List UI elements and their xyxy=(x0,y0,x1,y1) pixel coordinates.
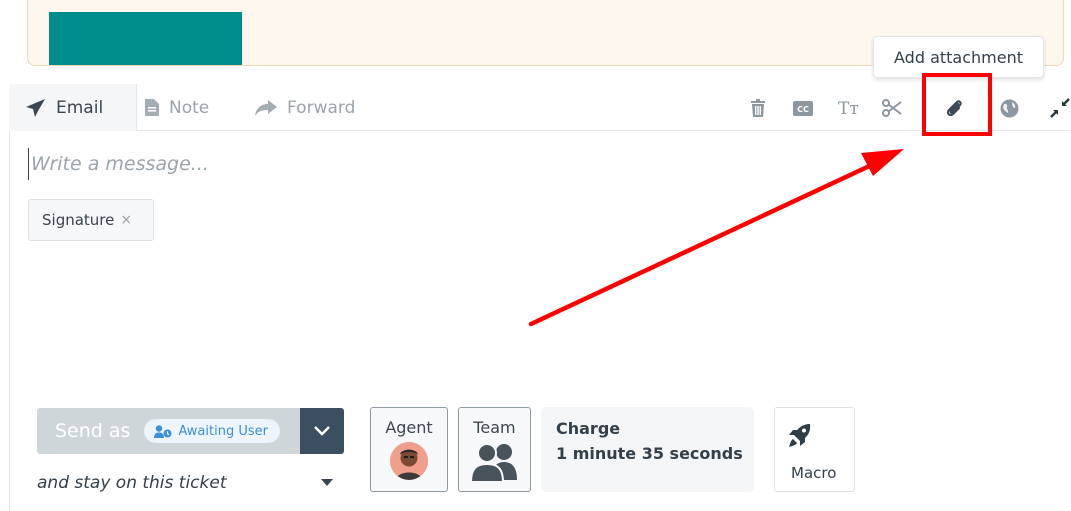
macro-label: Macro xyxy=(791,464,837,482)
status-badge-label: Awaiting User xyxy=(178,423,268,439)
agent-avatar-icon xyxy=(390,442,428,480)
user-clock-icon xyxy=(154,424,172,438)
note-icon xyxy=(145,99,159,116)
caret-down-icon xyxy=(321,479,333,486)
macro-button[interactable]: Macro xyxy=(774,407,855,492)
split-button[interactable] xyxy=(879,95,905,121)
agent-label: Agent xyxy=(385,418,433,437)
send-options-dropdown[interactable] xyxy=(300,408,344,454)
add-attachment-tooltip: Add attachment xyxy=(873,36,1044,78)
chevron-down-icon xyxy=(314,426,330,436)
after-send-option: and stay on this ticket xyxy=(37,473,227,493)
tab-email-label: Email xyxy=(56,97,104,118)
send-button-label: Send as xyxy=(55,420,131,442)
paper-plane-icon xyxy=(26,98,45,117)
charge-title: Charge xyxy=(556,419,621,438)
minimize-composer-button[interactable] xyxy=(1047,95,1071,121)
minimize-icon xyxy=(1050,98,1070,118)
tab-note-label: Note xyxy=(169,97,210,118)
message-input[interactable] xyxy=(28,148,928,180)
assign-team-button[interactable]: Team xyxy=(458,407,531,492)
globe-icon xyxy=(1000,99,1018,117)
remove-signature-button[interactable]: × xyxy=(120,212,132,228)
signature-chip-label: Signature xyxy=(42,211,115,229)
text-size-icon: Tт xyxy=(838,99,859,118)
team-label: Team xyxy=(473,418,516,437)
scissors-icon xyxy=(882,99,902,117)
avatar xyxy=(390,442,428,480)
paperclip-icon xyxy=(946,100,962,117)
tab-email[interactable]: Email xyxy=(9,84,137,131)
tab-note[interactable]: Note xyxy=(145,84,209,131)
forward-arrow-icon xyxy=(255,99,277,116)
tab-forward[interactable]: Forward xyxy=(255,84,355,131)
trash-icon xyxy=(751,99,765,117)
status-badge: Awaiting User xyxy=(144,419,280,443)
svg-text:Tт: Tт xyxy=(838,99,859,118)
text-format-button[interactable]: Tт xyxy=(838,95,864,121)
cc-button[interactable]: CC xyxy=(790,95,816,121)
delete-draft-button[interactable] xyxy=(745,95,771,121)
signature-chip[interactable]: Signature × xyxy=(28,199,154,241)
language-button[interactable] xyxy=(996,95,1022,121)
assign-agent-button[interactable]: Agent xyxy=(370,407,448,492)
composer-tabbar: Email Note Forward CC Tт xyxy=(9,84,1071,131)
send-button[interactable]: Send as Awaiting User xyxy=(37,408,300,454)
svg-text:CC: CC xyxy=(797,105,809,114)
left-border-rule xyxy=(9,130,10,511)
rocket-icon xyxy=(789,424,811,447)
closed-caption-icon: CC xyxy=(793,100,813,116)
time-charge-panel: Charge 1 minute 35 seconds xyxy=(541,407,754,492)
attachment-thumbnail[interactable] xyxy=(49,12,242,65)
after-send-select[interactable]: and stay on this ticket xyxy=(37,468,333,498)
team-icon xyxy=(469,443,517,482)
charge-duration: 1 minute 35 seconds xyxy=(556,444,743,463)
add-attachment-button[interactable] xyxy=(941,95,967,121)
tab-forward-label: Forward xyxy=(287,97,356,118)
